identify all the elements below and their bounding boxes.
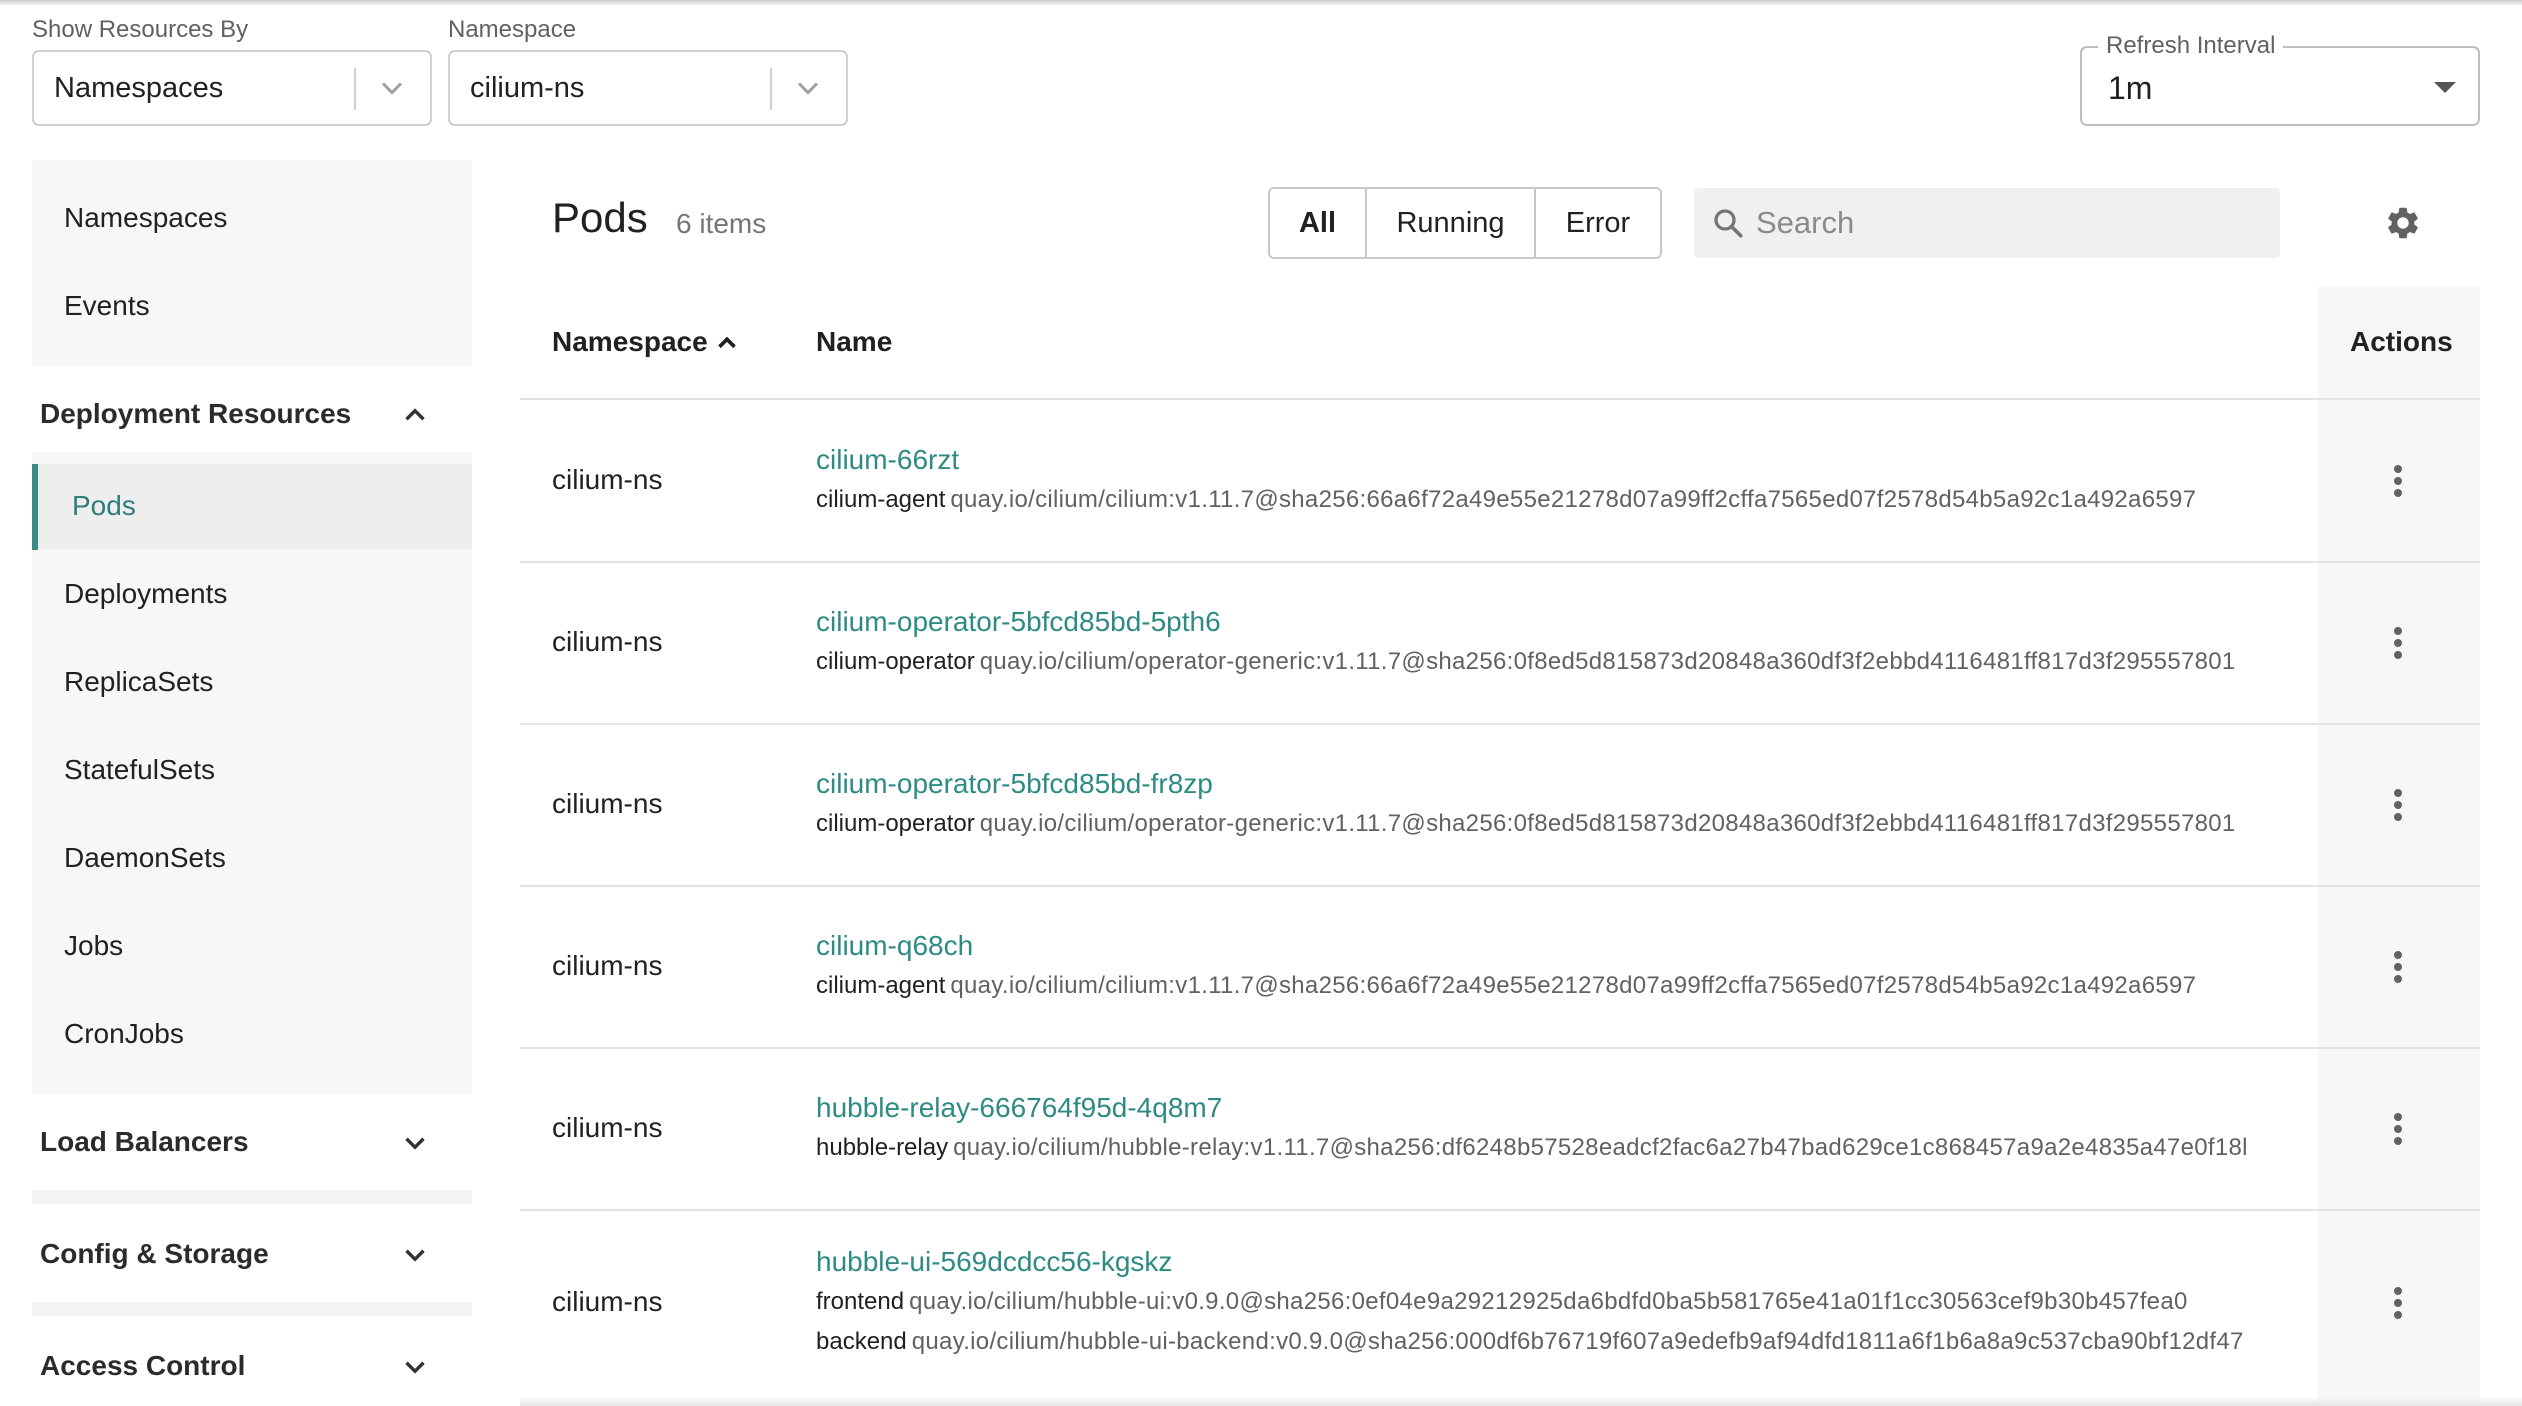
container-name: cilium-agent bbox=[816, 972, 946, 999]
row-namespace: cilium-ns bbox=[552, 788, 663, 819]
container-info: frontend quay.io/cilium/hubble-ui:v0.9.0@… bbox=[816, 1288, 2318, 1316]
namespace-label: Namespace bbox=[448, 16, 577, 43]
chevron-down-icon[interactable] bbox=[374, 70, 410, 106]
container-image: quay.io/cilium/cilium:v1.11.7@sha256:66a… bbox=[950, 972, 2197, 999]
sort-ascending-icon[interactable] bbox=[712, 328, 742, 358]
container-name: cilium-operator bbox=[816, 810, 975, 837]
refresh-interval-label: Refresh Interval bbox=[2098, 32, 2284, 60]
sidebar-item-cronjobs[interactable]: CronJobs bbox=[64, 1018, 184, 1050]
pod-name-link[interactable]: cilium-q68ch bbox=[816, 930, 973, 962]
more-vertical-icon[interactable] bbox=[2382, 947, 2414, 987]
search-box bbox=[1694, 188, 2280, 258]
sidebar-item-pods[interactable]: Pods bbox=[32, 464, 472, 550]
chevron-up-icon[interactable] bbox=[398, 398, 432, 432]
row-namespace: cilium-ns bbox=[552, 626, 663, 657]
row-divider bbox=[520, 1047, 2480, 1049]
chevron-down-icon[interactable] bbox=[398, 1238, 432, 1272]
column-header-actions: Actions bbox=[2350, 326, 2453, 357]
chevron-down-icon[interactable] bbox=[398, 1350, 432, 1384]
sidebar-item-namespaces[interactable]: Namespaces bbox=[64, 202, 227, 234]
row-namespace: cilium-ns bbox=[552, 1112, 663, 1143]
row-divider bbox=[520, 561, 2480, 563]
show-resources-by-label: Show Resources By bbox=[32, 16, 249, 43]
sidebar-divider bbox=[32, 1190, 472, 1204]
pod-name-link[interactable]: hubble-relay-666764f95d-4q8m7 bbox=[816, 1092, 1222, 1124]
show-resources-by-select[interactable]: Namespaces bbox=[32, 50, 432, 126]
sidebar-item-label: Pods bbox=[72, 490, 136, 521]
sidebar-section-config-storage[interactable]: Config & Storage bbox=[40, 1238, 269, 1270]
select-separator bbox=[770, 68, 772, 110]
row-divider bbox=[520, 723, 2480, 725]
active-indicator bbox=[32, 464, 38, 550]
filter-error-button[interactable]: Error bbox=[1536, 189, 1660, 257]
sidebar-item-events[interactable]: Events bbox=[64, 290, 150, 322]
container-name: cilium-agent bbox=[816, 486, 946, 513]
more-vertical-icon[interactable] bbox=[2382, 623, 2414, 663]
chevron-down-icon[interactable] bbox=[790, 70, 826, 106]
search-input[interactable] bbox=[1756, 188, 2256, 258]
refresh-interval-value: 1m bbox=[2108, 70, 2153, 106]
column-header-namespace[interactable]: Namespace bbox=[552, 326, 708, 358]
namespace-value: cilium-ns bbox=[470, 71, 585, 104]
filter-running-button[interactable]: Running bbox=[1367, 189, 1536, 257]
sidebar-item-daemonsets[interactable]: DaemonSets bbox=[64, 842, 226, 874]
show-resources-by-value: Namespaces bbox=[54, 71, 224, 104]
sidebar-item-jobs[interactable]: Jobs bbox=[64, 930, 123, 962]
row-namespace: cilium-ns bbox=[552, 950, 663, 981]
container-image: quay.io/cilium/hubble-ui:v0.9.0@sha256:0… bbox=[909, 1288, 2188, 1315]
chevron-down-icon[interactable] bbox=[398, 1126, 432, 1160]
container-info: hubble-relay quay.io/cilium/hubble-relay:… bbox=[816, 1134, 2318, 1162]
column-header-name[interactable]: Name bbox=[816, 326, 892, 358]
table-bottom-edge bbox=[520, 1396, 2522, 1406]
sidebar-item-replicasets[interactable]: ReplicaSets bbox=[64, 666, 213, 698]
sidebar-divider bbox=[32, 1302, 472, 1316]
sidebar-item-deployments[interactable]: Deployments bbox=[64, 578, 227, 610]
page-title: Pods bbox=[552, 194, 648, 241]
more-vertical-icon[interactable] bbox=[2382, 1109, 2414, 1149]
more-vertical-icon[interactable] bbox=[2382, 1283, 2414, 1323]
sidebar-section-deployment-resources[interactable]: Deployment Resources bbox=[40, 398, 351, 430]
row-divider bbox=[520, 885, 2480, 887]
container-info: cilium-agent quay.io/cilium/cilium:v1.11.… bbox=[816, 972, 2318, 1000]
more-vertical-icon[interactable] bbox=[2382, 785, 2414, 825]
container-image: quay.io/cilium/operator-generic:v1.11.7@… bbox=[979, 648, 2236, 675]
container-info: backend quay.io/cilium/hubble-ui-backend:… bbox=[816, 1328, 2318, 1356]
more-vertical-icon[interactable] bbox=[2382, 461, 2414, 501]
container-name: cilium-operator bbox=[816, 648, 975, 675]
sidebar-section-access-control[interactable]: Access Control bbox=[40, 1350, 245, 1382]
container-name: backend bbox=[816, 1328, 907, 1355]
container-info: cilium-operator quay.io/cilium/operator-g… bbox=[816, 810, 2318, 838]
top-shadow bbox=[0, 0, 2522, 6]
row-namespace: cilium-ns bbox=[552, 1286, 663, 1317]
search-icon bbox=[1714, 209, 1743, 238]
filter-all-button[interactable]: All bbox=[1270, 189, 1367, 257]
pod-name-link[interactable]: cilium-operator-5bfcd85bd-fr8zp bbox=[816, 768, 1213, 800]
sidebar-top-panel bbox=[32, 160, 472, 366]
sidebar-section-load-balancers[interactable]: Load Balancers bbox=[40, 1126, 249, 1158]
status-filter-group: All Running Error bbox=[1268, 187, 1662, 259]
actions-column-bg bbox=[2318, 287, 2480, 1406]
pod-name-link[interactable]: cilium-66rzt bbox=[816, 444, 959, 476]
container-name: frontend bbox=[816, 1288, 905, 1315]
dropdown-caret-icon[interactable] bbox=[2434, 82, 2456, 93]
sidebar-item-statefulsets[interactable]: StatefulSets bbox=[64, 754, 215, 786]
refresh-interval-select[interactable]: Refresh Interval 1m bbox=[2080, 32, 2480, 126]
row-divider bbox=[520, 1209, 2480, 1211]
container-info: cilium-operator quay.io/cilium/operator-g… bbox=[816, 648, 2318, 676]
container-image: quay.io/cilium/hubble-ui-backend:v0.9.0@… bbox=[911, 1328, 2244, 1355]
row-divider bbox=[520, 398, 2480, 400]
namespace-select[interactable]: cilium-ns bbox=[448, 50, 848, 126]
container-image: quay.io/cilium/operator-generic:v1.11.7@… bbox=[979, 810, 2236, 837]
select-separator bbox=[354, 68, 356, 110]
container-image: quay.io/cilium/cilium:v1.11.7@sha256:66a… bbox=[950, 486, 2197, 513]
pod-name-link[interactable]: hubble-ui-569dcdcc56-kgskz bbox=[816, 1246, 1172, 1278]
container-name: hubble-relay bbox=[816, 1134, 949, 1161]
pod-name-link[interactable]: cilium-operator-5bfcd85bd-5pth6 bbox=[816, 606, 1221, 638]
gear-icon[interactable] bbox=[2384, 204, 2422, 242]
item-count: 6 items bbox=[676, 208, 767, 239]
container-info: cilium-agent quay.io/cilium/cilium:v1.11.… bbox=[816, 486, 2318, 514]
row-namespace: cilium-ns bbox=[552, 464, 663, 495]
container-image: quay.io/cilium/hubble-relay:v1.11.7@sha2… bbox=[953, 1134, 2248, 1161]
